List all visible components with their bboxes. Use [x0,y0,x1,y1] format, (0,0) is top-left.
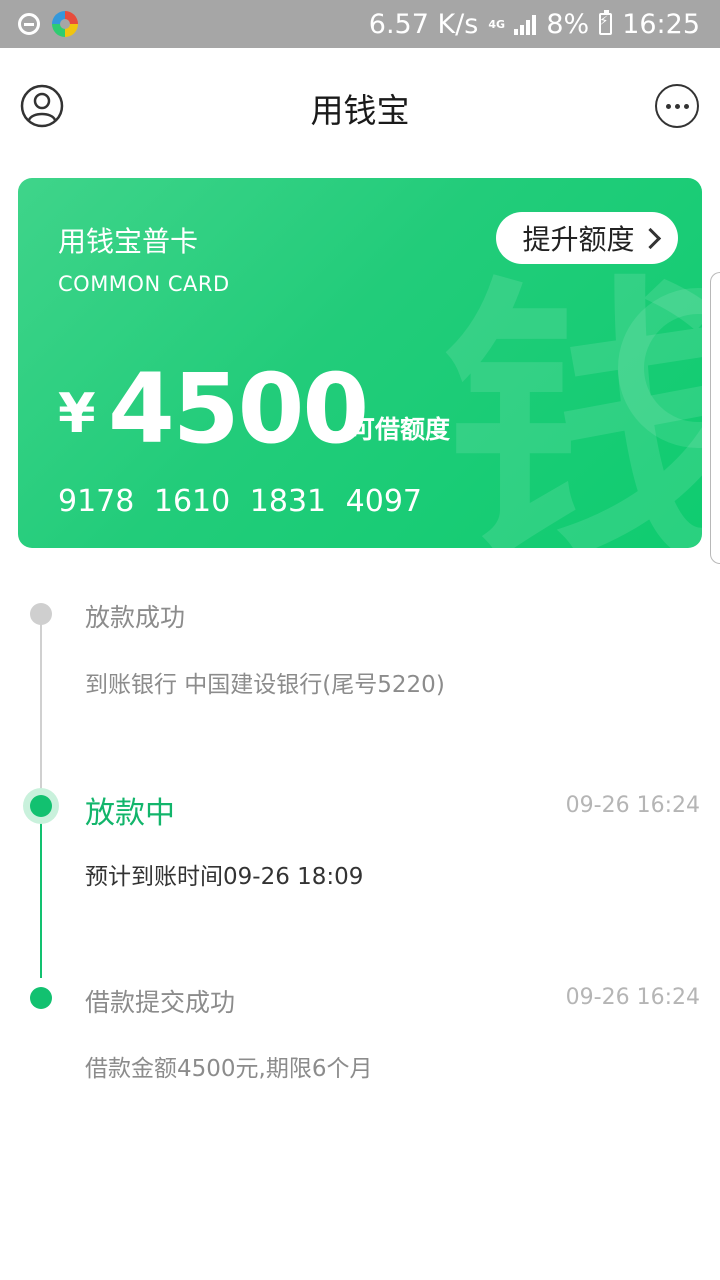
chevron-right-icon [639,227,661,249]
timeline-step-time: 09-26 16:24 [565,985,700,1010]
battery-charging-icon [599,10,613,35]
credit-amount: 4500 [108,353,369,465]
signal-icon [514,13,537,35]
card-name: 用钱宝普卡 [58,225,199,258]
currency-symbol: ¥ [58,382,96,445]
timeline-line-pending [40,614,42,806]
credit-card: 钱 用钱宝普卡 COMMON CARD 提升额度 ¥ 4500 可借额度 917… [18,178,702,548]
side-drawer-edge[interactable] [710,272,720,564]
app-360-icon [52,11,78,37]
page-title: 用钱宝 [310,91,410,130]
timeline-step-title: 借款提交成功 [85,988,236,1017]
more-options-icon[interactable] [655,84,699,128]
timeline-step-title: 放款中 [85,796,175,831]
timeline-dot-pending [30,603,52,625]
do-not-disturb-icon [18,13,40,35]
status-right: 6.57 K/s 4G 8% 16:25 [369,6,700,42]
timeline-step-detail: 借款金额4500元,期限6个月 [85,1056,373,1082]
raise-limit-label: 提升额度 [522,223,635,256]
card-subtitle: COMMON CARD [58,272,230,296]
credit-amount-label: 可借额度 [350,415,451,444]
timeline-step-detail: 到账银行 中国建设银行(尾号5220) [85,672,445,698]
timeline-step-time: 09-26 16:24 [565,793,700,818]
timeline-step-detail: 预计到账时间09-26 18:09 [85,864,364,890]
network-speed: 6.57 K/s [368,8,479,40]
card-number: 9178 1610 1831 4097 [58,484,422,519]
status-bar: 6.57 K/s 4G 8% 16:25 [0,0,720,48]
network-type: 4G [488,17,506,31]
raise-limit-button[interactable]: 提升额度 [496,212,678,264]
timeline-dot-done [30,987,52,1009]
clock: 16:25 [622,8,700,40]
timeline-line-done [40,806,42,978]
timeline-dot-active [23,788,59,824]
app-header: 用钱宝 [0,48,720,164]
status-left [18,10,78,38]
battery-percent: 8% [546,8,590,40]
timeline-step-title: 放款成功 [85,603,186,632]
